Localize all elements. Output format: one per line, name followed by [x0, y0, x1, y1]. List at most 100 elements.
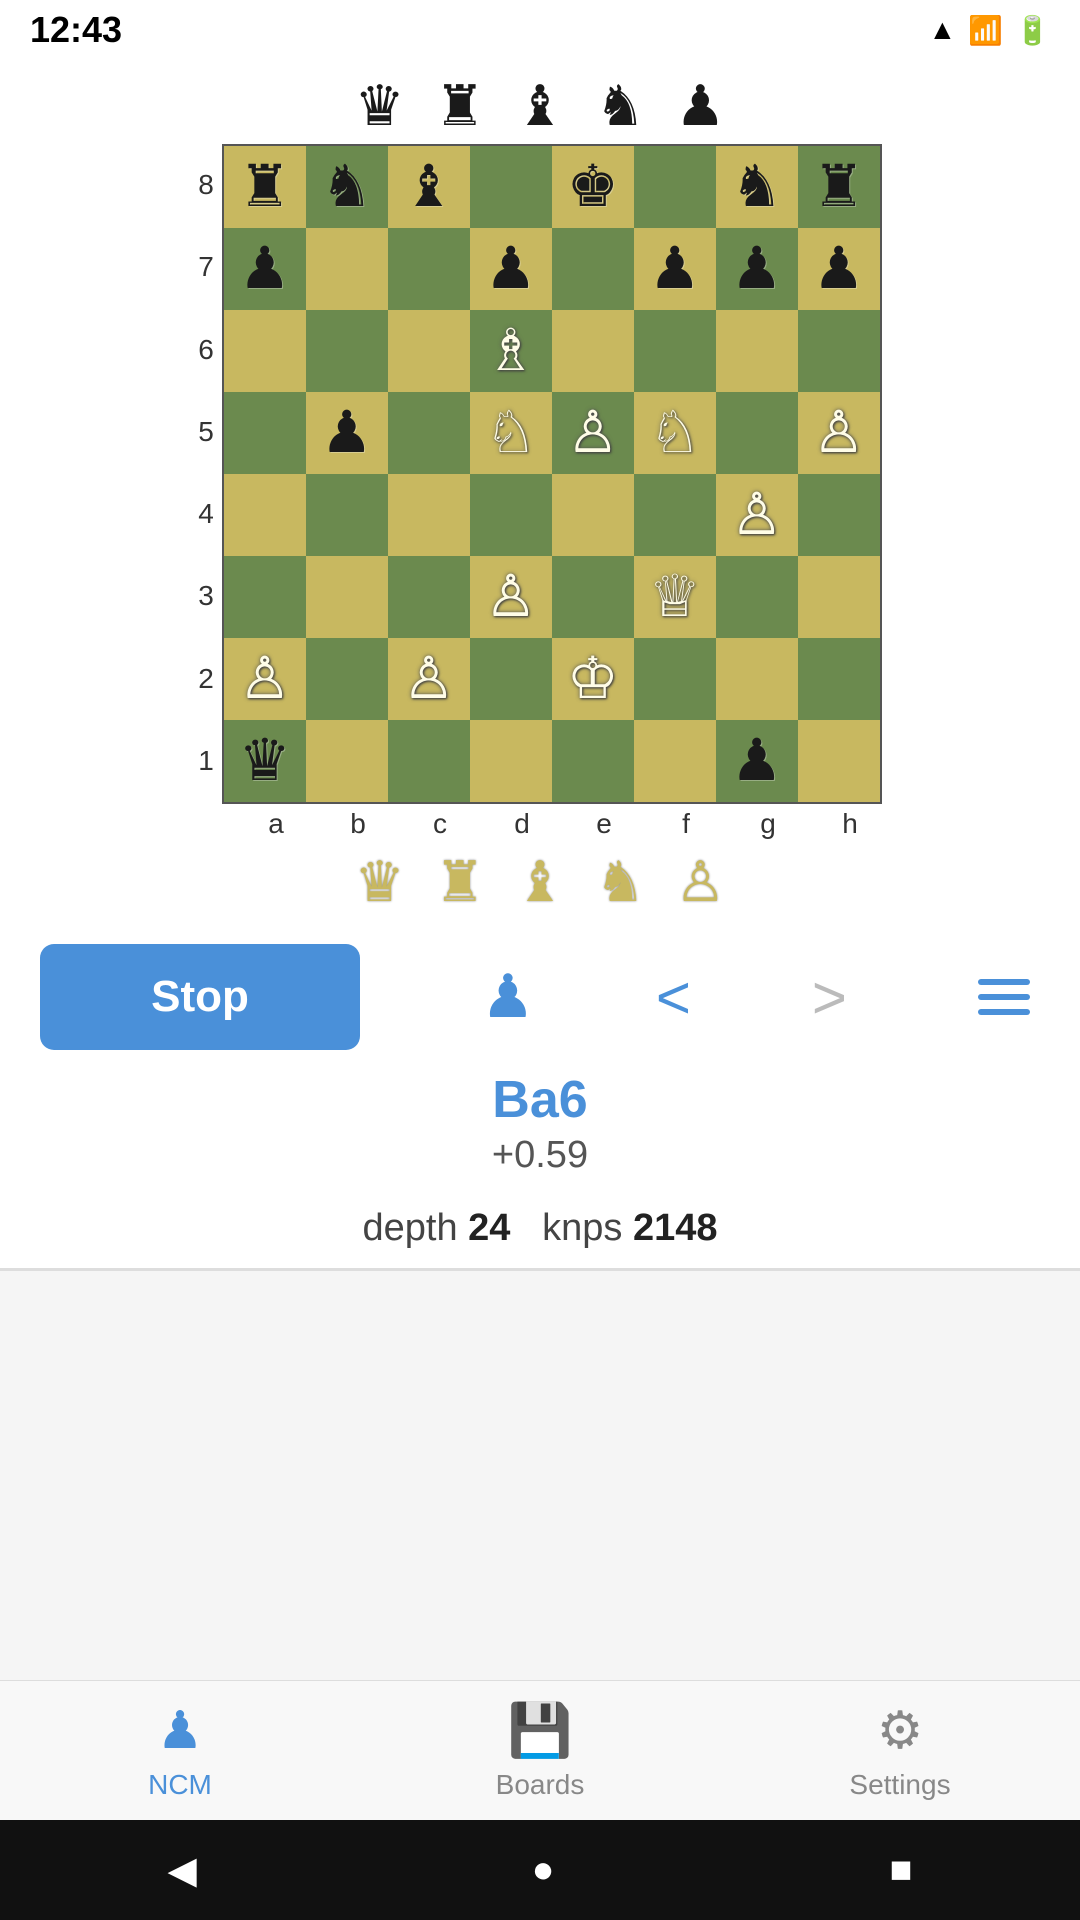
piece-h7: ♟	[813, 240, 865, 298]
cell-g1[interactable]: ♟	[716, 720, 798, 802]
cell-g6[interactable]	[716, 310, 798, 392]
nav-item-ncm[interactable]: ♟NCM	[0, 1701, 360, 1801]
cell-a5[interactable]	[224, 392, 306, 474]
cell-h7[interactable]: ♟	[798, 228, 880, 310]
cell-a7[interactable]: ♟	[224, 228, 306, 310]
cell-b6[interactable]	[306, 310, 388, 392]
cell-f7[interactable]: ♟	[634, 228, 716, 310]
cell-e4[interactable]	[552, 474, 634, 556]
cell-e7[interactable]	[552, 228, 634, 310]
home-button[interactable]: ●	[532, 1849, 555, 1892]
analysis-info: depth 24 knps 2148	[0, 1197, 1080, 1268]
piece-f3: ♕	[649, 568, 701, 626]
board-container: 87654321 ♜♞♝♚♞♜♟♟♟♟♟♗♟♘♙♘♙♙♙♕♙♙♔♛♟ abcde…	[0, 144, 1080, 840]
move-score: +0.59	[0, 1134, 1080, 1177]
cell-c3[interactable]	[388, 556, 470, 638]
cell-e6[interactable]	[552, 310, 634, 392]
cell-d3[interactable]: ♙	[470, 556, 552, 638]
top-piece-row: ♛♜♝♞♟	[0, 60, 1080, 144]
chess-board[interactable]: ♜♞♝♚♞♜♟♟♟♟♟♗♟♘♙♘♙♙♙♕♙♙♔♛♟	[222, 144, 882, 804]
prev-button[interactable]: <	[656, 963, 691, 1032]
next-button[interactable]: >	[812, 963, 847, 1032]
piece-h8: ♜	[813, 158, 865, 216]
cell-c7[interactable]	[388, 228, 470, 310]
cell-e5[interactable]: ♙	[552, 392, 634, 474]
cell-a8[interactable]: ♜	[224, 146, 306, 228]
cell-d1[interactable]	[470, 720, 552, 802]
cell-h4[interactable]	[798, 474, 880, 556]
cell-f1[interactable]	[634, 720, 716, 802]
piece-g1: ♟	[731, 732, 783, 790]
nav-icon-ncm: ♟	[157, 1701, 204, 1761]
cell-c1[interactable]	[388, 720, 470, 802]
cell-d2[interactable]	[470, 638, 552, 720]
cell-h6[interactable]	[798, 310, 880, 392]
rank-labels: 87654321	[198, 144, 222, 804]
cell-c5[interactable]	[388, 392, 470, 474]
cell-h8[interactable]: ♜	[798, 146, 880, 228]
pawn-button[interactable]: ♟	[481, 962, 535, 1032]
cell-b5[interactable]: ♟	[306, 392, 388, 474]
nav-icon-boards: 💾	[508, 1700, 573, 1761]
cell-h2[interactable]	[798, 638, 880, 720]
cell-d4[interactable]	[470, 474, 552, 556]
recent-button[interactable]: ■	[890, 1849, 913, 1892]
rank-label-5: 5	[198, 391, 214, 473]
cell-b2[interactable]	[306, 638, 388, 720]
cell-b3[interactable]	[306, 556, 388, 638]
file-label-d: d	[481, 808, 563, 840]
back-button[interactable]: ◀	[167, 1848, 196, 1893]
cell-d8[interactable]	[470, 146, 552, 228]
cell-e8[interactable]: ♚	[552, 146, 634, 228]
file-label-b: b	[317, 808, 399, 840]
cell-h3[interactable]	[798, 556, 880, 638]
cell-b1[interactable]	[306, 720, 388, 802]
cell-a2[interactable]: ♙	[224, 638, 306, 720]
cell-h1[interactable]	[798, 720, 880, 802]
cell-e2[interactable]: ♔	[552, 638, 634, 720]
cell-d5[interactable]: ♘	[470, 392, 552, 474]
nav-item-settings[interactable]: ⚙Settings	[720, 1701, 1080, 1801]
cell-a6[interactable]	[224, 310, 306, 392]
cell-f6[interactable]	[634, 310, 716, 392]
stop-button[interactable]: Stop	[40, 944, 360, 1050]
menu-button[interactable]	[968, 969, 1040, 1025]
cell-a1[interactable]: ♛	[224, 720, 306, 802]
cell-d7[interactable]: ♟	[470, 228, 552, 310]
cell-a4[interactable]	[224, 474, 306, 556]
cell-g5[interactable]	[716, 392, 798, 474]
file-label-c: c	[399, 808, 481, 840]
cell-f2[interactable]	[634, 638, 716, 720]
top-piece-0: ♛	[354, 78, 404, 134]
file-labels: abcdefgh	[189, 808, 891, 840]
cell-d6[interactable]: ♗	[470, 310, 552, 392]
cell-a3[interactable]	[224, 556, 306, 638]
cell-f3[interactable]: ♕	[634, 556, 716, 638]
nav-item-boards[interactable]: 💾Boards	[360, 1700, 720, 1801]
nav-icon-settings: ⚙	[877, 1701, 924, 1761]
cell-f8[interactable]	[634, 146, 716, 228]
cell-f4[interactable]	[634, 474, 716, 556]
cell-g7[interactable]: ♟	[716, 228, 798, 310]
cell-g2[interactable]	[716, 638, 798, 720]
cell-c6[interactable]	[388, 310, 470, 392]
cell-b4[interactable]	[306, 474, 388, 556]
cell-f5[interactable]: ♘	[634, 392, 716, 474]
cell-g8[interactable]: ♞	[716, 146, 798, 228]
cell-g4[interactable]: ♙	[716, 474, 798, 556]
cell-c4[interactable]	[388, 474, 470, 556]
cell-g3[interactable]	[716, 556, 798, 638]
piece-a8: ♜	[239, 158, 291, 216]
cell-c2[interactable]: ♙	[388, 638, 470, 720]
cell-h5[interactable]: ♙	[798, 392, 880, 474]
bottom-piece-3: ♞	[595, 854, 645, 910]
move-info: Ba6 +0.59	[0, 1060, 1080, 1197]
cell-b8[interactable]: ♞	[306, 146, 388, 228]
cell-c8[interactable]: ♝	[388, 146, 470, 228]
android-nav-bar: ◀ ● ■	[0, 1820, 1080, 1920]
piece-d5: ♘	[485, 404, 537, 462]
cell-e3[interactable]	[552, 556, 634, 638]
cell-b7[interactable]	[306, 228, 388, 310]
piece-b5: ♟	[321, 404, 373, 462]
cell-e1[interactable]	[552, 720, 634, 802]
